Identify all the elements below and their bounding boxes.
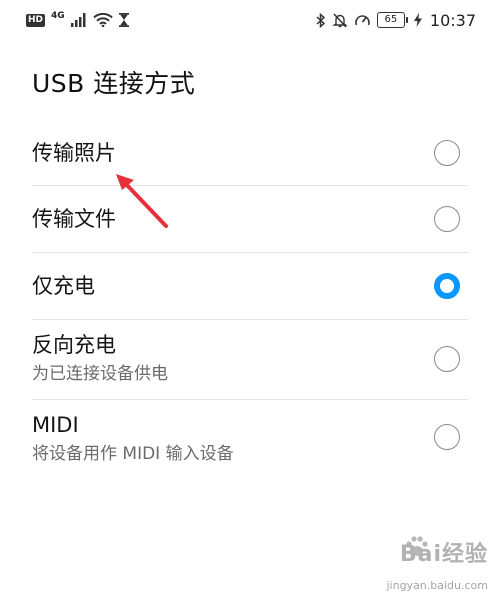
watermark-url: jingyan.baidu.com [386, 579, 488, 592]
speedometer-icon [355, 15, 370, 26]
option-description: 为已连接设备供电 [32, 364, 168, 384]
hd-badge: HD [26, 13, 46, 27]
hourglass-icon [118, 13, 129, 27]
bell-muted-icon [332, 12, 348, 28]
option-transfer-photos[interactable]: 传输照片 [32, 120, 468, 186]
status-bar-left: HD 4G [26, 9, 129, 31]
battery-indicator: 65 [376, 12, 408, 28]
radio-button[interactable] [434, 346, 460, 372]
charging-bolt-icon [413, 13, 422, 27]
option-label: 反向充电 [32, 333, 116, 357]
status-clock: 10:37 [429, 10, 476, 30]
battery-level: 65 [376, 12, 405, 28]
option-midi[interactable]: MIDI 将设备用作 MIDI 输入设备 [32, 400, 468, 480]
radio-button-selected[interactable] [434, 273, 460, 299]
option-label: 传输文件 [32, 207, 116, 231]
signal-icon [70, 13, 86, 27]
page-title: USB 连接方式 [32, 69, 196, 98]
option-label: MIDI [32, 413, 79, 437]
option-charge-only[interactable]: 仅充电 [32, 253, 468, 320]
wifi-icon [92, 13, 113, 27]
battery-tip [405, 17, 408, 23]
status-bar: HD 4G 65 10:37 [0, 0, 500, 40]
radio-button[interactable] [434, 140, 460, 166]
status-bar-right: 65 10:37 [316, 9, 476, 31]
option-description: 将设备用作 MIDI 输入设备 [32, 444, 234, 464]
option-label: 仅充电 [32, 274, 95, 298]
option-label: 传输照片 [32, 141, 116, 165]
option-transfer-files[interactable]: 传输文件 [32, 186, 468, 253]
option-reverse-charge[interactable]: 反向充电 为已连接设备供电 [32, 320, 468, 400]
annotation-arrow-icon [116, 174, 168, 228]
radio-button[interactable] [434, 206, 460, 232]
radio-button[interactable] [434, 424, 460, 450]
bluetooth-icon [316, 12, 326, 28]
watermark: Bai经验 jingyan.baidu.com [344, 536, 494, 592]
network-type: 4G [51, 11, 65, 21]
watermark-logo: Bai经验 [399, 542, 488, 567]
